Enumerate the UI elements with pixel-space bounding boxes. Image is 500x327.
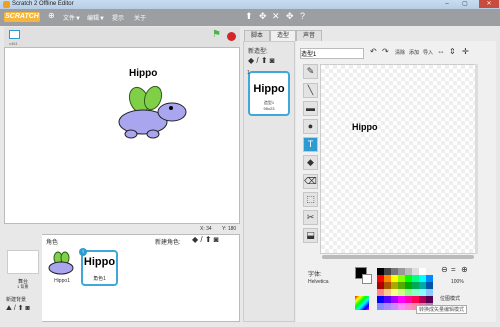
zoom-out-icon[interactable]: ⊖ xyxy=(441,265,448,274)
undo-icon[interactable]: ↶ xyxy=(370,47,377,56)
mouse-y: Y: 180 xyxy=(222,226,237,232)
stage-header xyxy=(4,27,240,47)
hippo-sprite-icon[interactable] xyxy=(109,86,193,142)
menu-about[interactable]: 关于 xyxy=(134,13,146,22)
sprite-name: Hippo1 xyxy=(54,278,70,284)
new-sprite-label: 新建角色: xyxy=(155,240,181,246)
line-icon[interactable]: ╲ xyxy=(303,83,318,98)
select-icon[interactable]: ⬚ xyxy=(303,192,318,207)
mouse-x: X: 34 xyxy=(200,226,212,232)
paint-canvas[interactable]: Hippo xyxy=(320,64,476,254)
hippo-thumb-icon xyxy=(48,251,74,275)
title-bar: Scratch 2 Offline Editor – ▢ ✕ xyxy=(0,0,500,9)
fill-icon[interactable]: ◆ xyxy=(303,155,318,170)
new-sprite-icons[interactable]: ◆ / ⬆ ◙ xyxy=(192,235,219,244)
costume-thumb-selected[interactable]: 1 Hippo 造型1 95x23 xyxy=(247,70,290,116)
green-flag-icon[interactable]: ⚑ xyxy=(212,29,221,40)
backdrop-paint-icon[interactable]: ⛰ / ⬆ ◙ xyxy=(6,304,30,313)
stage-sprite-text[interactable]: Hippo xyxy=(129,68,157,79)
version-label: v461 xyxy=(9,41,18,46)
stage-thumbnail-column: 舞台 1 背景 新建背景 ⛰ / ⬆ ◙ xyxy=(4,234,42,322)
tab-scripts[interactable]: 脚本 xyxy=(244,30,270,41)
delete-icon[interactable]: ✕ xyxy=(272,11,280,21)
flip-horizontal-icon[interactable]: ⇔ xyxy=(437,47,445,56)
tab-costumes[interactable]: 造型 xyxy=(270,30,296,41)
tab-sounds[interactable]: 声音 xyxy=(296,30,322,41)
zoom-reset-icon[interactable]: = xyxy=(451,265,456,274)
menu-file[interactable]: 文件▼ xyxy=(63,13,81,22)
eraser-icon[interactable]: ⌫ xyxy=(303,174,318,189)
clear-button[interactable]: 清除 xyxy=(395,49,405,56)
costume-size: 95x23 xyxy=(263,106,275,111)
font-label: 字体: xyxy=(308,272,322,278)
stage-thumbnail[interactable] xyxy=(7,250,39,274)
globe-icon[interactable]: ⊕ xyxy=(48,11,55,20)
import-button[interactable]: 导入 xyxy=(423,49,433,56)
brush-icon[interactable]: ✎ xyxy=(303,64,318,79)
convert-vector-button[interactable]: 转换成矢量编辑模式 xyxy=(416,305,468,314)
canvas-vscroll[interactable] xyxy=(475,64,478,254)
menu-edit[interactable]: 编辑▼ xyxy=(87,13,105,22)
sprite-text-preview: Hippo xyxy=(83,256,116,268)
costume-list: 新造型: ◆ / ⬆ ◙ 1 Hippo 造型1 95x23 xyxy=(243,41,295,322)
flip-vertical-icon[interactable]: ⇕ xyxy=(449,47,456,56)
grow-icon[interactable]: ✥ xyxy=(286,11,294,21)
font-select[interactable]: Helvetica xyxy=(308,279,329,285)
add-button[interactable]: 添加 xyxy=(409,49,419,56)
presentation-mode-icon[interactable] xyxy=(9,30,20,39)
sprite-name: 角色1 xyxy=(93,276,106,282)
stop-icon[interactable] xyxy=(227,32,236,41)
mouse-coordinates: X: 34 Y: 180 xyxy=(4,224,240,234)
costume-index: 1 xyxy=(247,70,250,76)
canvas-scrollbar[interactable] xyxy=(322,255,474,259)
info-icon[interactable]: i xyxy=(79,248,87,256)
maximize-button[interactable]: ▢ xyxy=(458,0,472,8)
costume-name-input[interactable] xyxy=(300,48,364,59)
costume-preview: Hippo xyxy=(253,83,285,95)
sprites-header: 角色 xyxy=(46,240,59,246)
window-title: Scratch 2 Offline Editor xyxy=(12,1,74,7)
close-button[interactable]: ✕ xyxy=(479,0,499,8)
ellipse-icon[interactable]: ● xyxy=(303,119,318,134)
backdrop-count: 1 背景 xyxy=(17,284,29,289)
stage[interactable]: Hippo xyxy=(4,47,240,224)
duplicate-icon[interactable]: ⬆ xyxy=(245,11,253,21)
secondary-color-swatch[interactable] xyxy=(362,274,372,284)
minimize-button[interactable]: – xyxy=(440,0,454,8)
bitmap-mode-label: 位图模式 xyxy=(440,296,461,302)
cut-icon[interactable]: ✥ xyxy=(259,11,267,21)
new-backdrop-label: 新建背景 xyxy=(6,297,27,303)
canvas-text[interactable]: Hippo xyxy=(352,122,378,132)
redo-icon[interactable]: ↷ xyxy=(382,47,389,56)
menu-tips[interactable]: 提示 xyxy=(112,13,124,22)
scratch-logo: SCRATCH xyxy=(4,12,40,22)
sprite-thumb-hippo[interactable]: Hippo1 xyxy=(45,250,79,286)
color-picker-icon[interactable] xyxy=(355,296,369,310)
set-center-icon[interactable]: ✛ xyxy=(462,47,469,56)
app-icon xyxy=(3,1,10,8)
zoom-in-icon[interactable]: ⊕ xyxy=(461,265,468,274)
text-icon[interactable]: T xyxy=(303,137,318,152)
rectangle-icon[interactable]: ▬ xyxy=(303,101,318,116)
new-costume-icons[interactable]: ◆ / ⬆ ◙ xyxy=(248,56,275,65)
help-icon[interactable]: ? xyxy=(300,11,305,21)
new-costume-label: 新造型: xyxy=(248,49,268,55)
sprite-thumb-selected[interactable]: i Hippo 角色1 xyxy=(79,248,118,286)
zoom-level: 100% xyxy=(451,279,464,285)
magic-select-icon[interactable]: ✂ xyxy=(303,210,318,225)
stamp-icon[interactable]: ⬓ xyxy=(303,228,318,243)
